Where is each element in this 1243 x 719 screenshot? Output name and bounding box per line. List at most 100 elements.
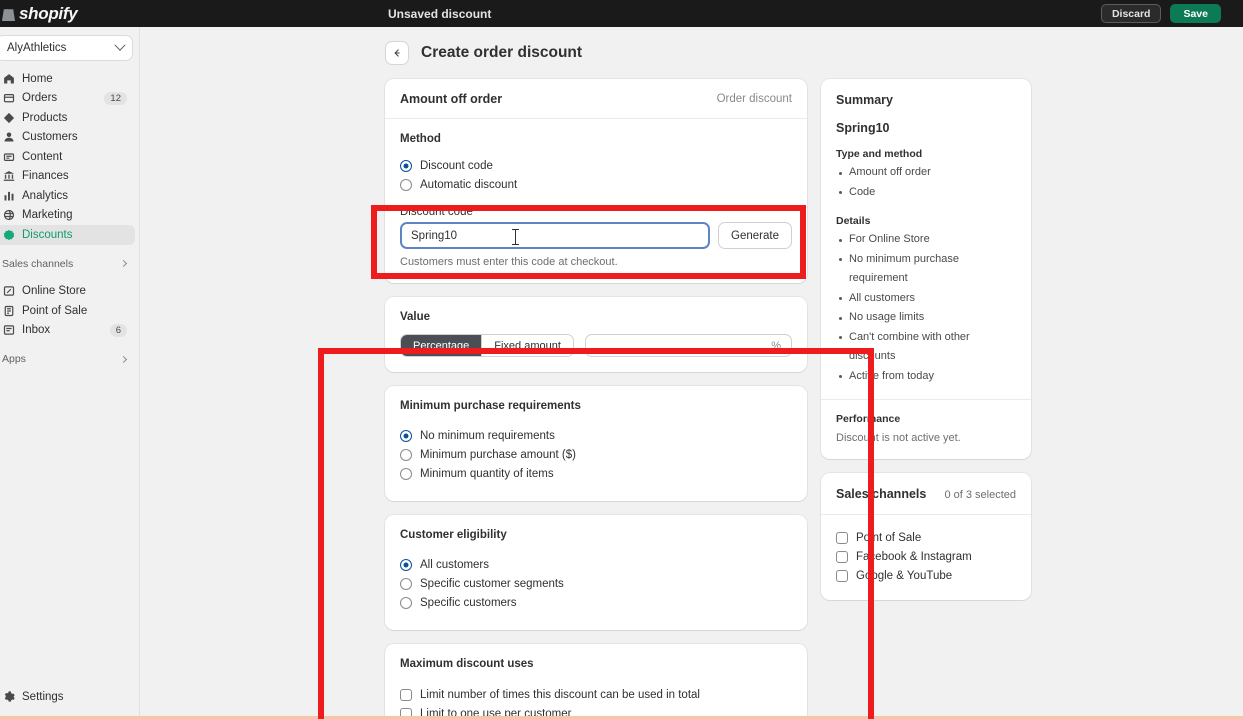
sidebar-item-products[interactable]: Products (0, 108, 135, 128)
shopify-logo[interactable]: shopify (0, 4, 146, 24)
max-uses-option-total[interactable]: Limit number of times this discount can … (400, 685, 792, 704)
list-item: All customers (836, 289, 1016, 309)
shopify-bag-icon (2, 9, 15, 21)
percentage-toggle[interactable]: Percentage (401, 335, 482, 356)
radio-icon[interactable] (400, 159, 412, 172)
radio-icon[interactable] (400, 596, 412, 609)
sidebar-item-finances[interactable]: Finances (0, 167, 135, 187)
sidebar-label: Customers (22, 131, 78, 144)
sidebar-item-marketing[interactable]: Marketing (0, 206, 135, 226)
finances-icon (2, 170, 15, 183)
primary-nav: Home Orders 12 Products Customers Conten… (0, 69, 139, 245)
section-label: Sales channels (2, 257, 74, 270)
sidebar-label: Point of Sale (22, 304, 88, 317)
discount-code-row: Spring10 Generate (400, 222, 792, 249)
sidebar-item-content[interactable]: Content (0, 147, 135, 167)
summary-type-method-list: Amount off order Code (836, 163, 1016, 202)
sidebar-section-apps[interactable]: Apps (0, 349, 135, 369)
list-item: For Online Store (836, 230, 1016, 250)
card-header: Sales channels 0 of 3 selected (821, 473, 1031, 515)
maximum-discount-uses-card: Maximum discount uses Limit number of ti… (385, 644, 807, 719)
summary-details-label: Details (836, 215, 871, 227)
sidebar-item-inbox[interactable]: Inbox 6 (0, 321, 135, 341)
customer-eligibility-title: Customer eligibility (400, 529, 507, 541)
content-columns: Amount off order Order discount Method D… (385, 79, 1243, 719)
generate-button[interactable]: Generate (718, 222, 792, 249)
checkbox-icon[interactable] (836, 550, 848, 563)
value-row: Percentage Fixed amount % (400, 334, 792, 357)
option-label: Limit number of times this discount can … (420, 688, 700, 701)
radio-icon[interactable] (400, 467, 412, 480)
gear-icon (2, 691, 15, 704)
method-option-discount-code[interactable]: Discount code (400, 156, 792, 175)
channel-option-google-youtube[interactable]: Google & YouTube (836, 566, 1016, 585)
radio-icon[interactable] (400, 429, 412, 442)
sidebar-label: Inbox (22, 324, 51, 337)
sidebar: AlyAthletics Home Orders 12 Products Cus… (0, 27, 140, 719)
discount-type-label: Order discount (716, 93, 792, 105)
sidebar-item-orders[interactable]: Orders 12 (0, 89, 135, 109)
checkbox-icon[interactable] (836, 569, 848, 582)
value-type-toggle: Percentage Fixed amount (400, 334, 574, 357)
summary-code: Spring10 (836, 121, 890, 135)
radio-icon[interactable] (400, 577, 412, 590)
sidebar-item-analytics[interactable]: Analytics (0, 186, 135, 206)
inbox-icon (2, 324, 15, 337)
fixed-amount-toggle[interactable]: Fixed amount (481, 335, 573, 356)
sidebar-item-settings[interactable]: Settings (0, 687, 135, 707)
sidebar-item-home[interactable]: Home (0, 69, 135, 89)
method-option-automatic-discount[interactable]: Automatic discount (400, 175, 792, 194)
sidebar-item-point-of-sale[interactable]: Point of Sale (0, 301, 135, 321)
card-body: Summary Spring10 Type and method Amount … (821, 79, 1031, 459)
radio-icon[interactable] (400, 558, 412, 571)
text-cursor-icon (512, 229, 519, 245)
percent-suffix: % (771, 339, 781, 352)
performance-label: Performance (836, 413, 901, 425)
channel-option-facebook-instagram[interactable]: Facebook & Instagram (836, 547, 1016, 566)
eligibility-option-segments[interactable]: Specific customer segments (400, 574, 792, 593)
content-icon (2, 150, 15, 163)
card-body: Method Discount code Automatic discount … (385, 119, 807, 283)
radio-icon[interactable] (400, 448, 412, 461)
sidebar-item-customers[interactable]: Customers (0, 128, 135, 148)
sidebar-section-sales-channels[interactable]: Sales channels (0, 254, 135, 274)
checkbox-icon[interactable] (400, 688, 412, 701)
home-icon (2, 72, 15, 85)
discount-code-input[interactable]: Spring10 (400, 222, 711, 249)
store-name: AlyAthletics (7, 42, 67, 54)
back-button[interactable] (385, 41, 409, 65)
maximum-uses-title: Maximum discount uses (400, 658, 534, 670)
save-button[interactable]: Save (1170, 4, 1221, 23)
option-label: Discount code (420, 159, 493, 172)
option-label: All customers (420, 558, 490, 571)
eligibility-option-specific[interactable]: Specific customers (400, 593, 792, 612)
checkbox-icon[interactable] (836, 531, 848, 544)
section-label: Apps (2, 353, 26, 365)
sales-channels-title: Sales channels (836, 487, 927, 501)
inbox-badge: 6 (109, 323, 127, 337)
store-switcher[interactable]: AlyAthletics (0, 35, 133, 61)
list-item: No usage limits (836, 308, 1016, 328)
minimum-option-amount[interactable]: Minimum purchase amount ($) (400, 445, 792, 464)
customers-icon (2, 131, 15, 144)
channel-option-point-of-sale[interactable]: Point of Sale (836, 528, 1016, 547)
value-card: Value Percentage Fixed amount % (385, 297, 807, 372)
page-header: Create order discount (385, 41, 1243, 65)
sidebar-item-discounts[interactable]: Discounts (0, 225, 135, 245)
option-label: No minimum requirements (420, 429, 555, 442)
sidebar-label: Marketing (22, 209, 73, 222)
eligibility-option-all[interactable]: All customers (400, 555, 792, 574)
card-body: Customer eligibility All customers Speci… (385, 515, 807, 630)
products-icon (2, 111, 15, 124)
value-input[interactable]: % (584, 334, 792, 357)
chevron-right-icon (119, 259, 128, 268)
sidebar-label: Discounts (22, 228, 73, 241)
chevron-down-icon (114, 39, 126, 51)
minimum-option-quantity[interactable]: Minimum quantity of items (400, 464, 792, 483)
minimum-option-none[interactable]: No minimum requirements (400, 426, 792, 445)
card-body: Minimum purchase requirements No minimum… (385, 386, 807, 501)
page-title: Create order discount (421, 44, 583, 61)
discard-button[interactable]: Discard (1100, 4, 1162, 23)
sidebar-item-online-store[interactable]: Online Store (0, 282, 135, 302)
radio-icon[interactable] (400, 178, 412, 191)
